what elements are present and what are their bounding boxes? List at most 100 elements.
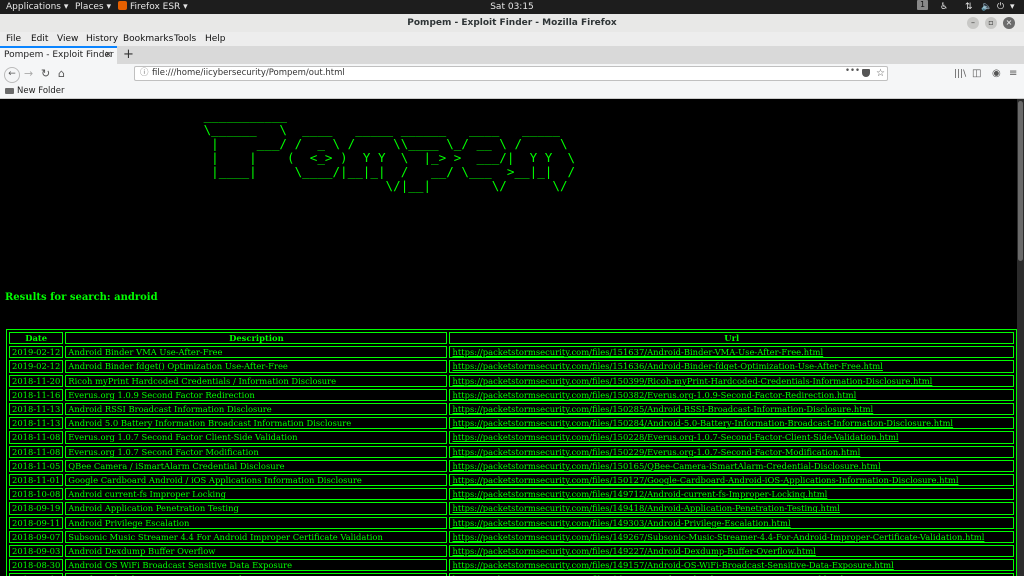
cell-description: QBee Camera / iSmartAlarm Credential Dis… xyxy=(65,459,448,473)
page-actions-icon[interactable]: ••• xyxy=(845,65,860,78)
table-row: 2018-11-05 QBee Camera / iSmartAlarm Cred… xyxy=(9,459,1014,473)
result-link[interactable]: https://packetstormsecurity.com/files/14… xyxy=(452,503,839,513)
table-row: 2019-02-12 Android Binder fdget() Optimiz… xyxy=(9,360,1014,373)
menu-history[interactable]: History xyxy=(86,32,118,46)
reload-button[interactable]: ↻ xyxy=(41,67,50,81)
home-button[interactable]: ⌂ xyxy=(58,67,65,81)
result-link[interactable]: https://packetstormsecurity.com/files/14… xyxy=(452,489,827,499)
network-icon[interactable]: ⇅ xyxy=(965,0,973,14)
table-row: 2018-09-07 Subsonic Music Streamer 4.4 Fo… xyxy=(9,530,1014,544)
page-scrollbar[interactable] xyxy=(1017,99,1024,576)
result-link[interactable]: https://packetstormsecurity.com/files/15… xyxy=(452,432,898,442)
cell-date: 2019-02-12 xyxy=(9,346,64,359)
menu-tools[interactable]: Tools xyxy=(174,32,196,46)
table-row: 2018-10-08 Android current-fs Improper Lo… xyxy=(9,488,1014,501)
pompem-ascii-logo: ___________ \______ \ ____ _____ ______ … xyxy=(203,108,576,193)
menu-bookmarks[interactable]: Bookmarks xyxy=(123,32,173,46)
window-title: Pompem - Exploit Finder - Mozilla Firefo… xyxy=(407,18,617,28)
tab-title: Pompem - Exploit Finder xyxy=(4,50,114,60)
table-row: 2018-11-13 Android RSSI Broadcast Informa… xyxy=(9,403,1014,416)
cell-url: https://packetstormsecurity.com/files/14… xyxy=(449,502,1014,515)
result-link[interactable]: https://packetstormsecurity.com/files/15… xyxy=(452,404,873,414)
results-table: Date Description Url 2019-02-12 Android B… xyxy=(6,329,1017,576)
bookmark-star-icon[interactable]: ☆ xyxy=(876,67,885,80)
result-link[interactable]: https://packetstormsecurity.com/files/15… xyxy=(452,475,958,485)
result-link[interactable]: https://packetstormsecurity.com/files/15… xyxy=(452,347,823,357)
result-link[interactable]: https://packetstormsecurity.com/files/15… xyxy=(452,418,953,428)
table-row: 2018-11-13 Android 5.0 Battery Informatio… xyxy=(9,417,1014,430)
cell-date: 2018-11-16 xyxy=(9,388,64,402)
cell-description: Subsonic Music Streamer 4.4 For Android … xyxy=(65,530,448,544)
new-tab-button[interactable]: + xyxy=(123,46,134,63)
account-icon[interactable]: ◉ xyxy=(992,67,1001,81)
cell-url: https://packetstormsecurity.com/files/15… xyxy=(449,445,1014,458)
result-link[interactable]: https://packetstormsecurity.com/files/14… xyxy=(452,560,893,570)
menu-file[interactable]: File xyxy=(6,32,21,46)
cell-date: 2018-11-13 xyxy=(9,403,64,416)
result-link[interactable]: https://packetstormsecurity.com/files/15… xyxy=(452,390,856,400)
cell-description: Android RSSI Broadcast Information Discl… xyxy=(65,403,448,416)
clock[interactable]: Sat 03:15 xyxy=(0,0,1024,14)
sidebar-icon[interactable]: ◫ xyxy=(972,67,981,81)
library-icon[interactable]: |||\ xyxy=(954,67,966,81)
cell-description: Android Dexdump Buffer Overflow xyxy=(65,545,448,558)
result-link[interactable]: https://packetstormsecurity.com/files/14… xyxy=(452,518,790,528)
cell-description: Android Application Penetration Testing xyxy=(65,502,448,515)
table-row: 2018-09-11 Android Privilege Escalation ht… xyxy=(9,516,1014,529)
url-bar[interactable]: ⓘ file:///home/iicybersecurity/Pompem/ou… xyxy=(134,66,888,81)
cell-date: 2018-11-20 xyxy=(9,374,64,387)
cell-date: 2018-11-08 xyxy=(9,431,64,444)
url-text[interactable]: file:///home/iicybersecurity/Pompem/out.… xyxy=(152,67,345,80)
result-link[interactable]: https://packetstormsecurity.com/files/15… xyxy=(452,447,860,457)
results-body: 2019-02-12 Android Binder VMA Use-After-F… xyxy=(9,346,1014,576)
result-link[interactable]: https://packetstormsecurity.com/files/14… xyxy=(452,546,815,556)
back-button[interactable]: ← xyxy=(4,67,20,83)
accessibility-icon[interactable]: ♿ xyxy=(940,0,948,14)
bookmark-new-folder[interactable]: New Folder xyxy=(17,84,65,98)
menu-view[interactable]: View xyxy=(57,32,78,46)
volume-icon[interactable]: 🔈 xyxy=(981,0,992,14)
cell-url: https://packetstormsecurity.com/files/15… xyxy=(449,417,1014,430)
column-header-url: Url xyxy=(449,332,1014,345)
menu-help[interactable]: Help xyxy=(205,32,226,46)
menu-edit[interactable]: Edit xyxy=(31,32,48,46)
result-link[interactable]: https://packetstormsecurity.com/files/15… xyxy=(452,361,882,371)
result-link[interactable]: https://packetstormsecurity.com/files/15… xyxy=(452,461,880,471)
hamburger-menu-icon[interactable]: ≡ xyxy=(1009,67,1017,81)
menu-bar: File Edit View History Bookmarks Tools H… xyxy=(0,32,1024,46)
cell-url: https://packetstormsecurity.com/files/15… xyxy=(449,360,1014,373)
cell-url: https://packetstormsecurity.com/files/15… xyxy=(449,403,1014,416)
cell-date: 2018-11-01 xyxy=(9,474,64,487)
pocket-icon[interactable] xyxy=(862,69,870,77)
forward-button[interactable]: → xyxy=(24,67,33,81)
column-header-date: Date xyxy=(9,332,64,345)
cell-date: 2018-08-30 xyxy=(9,559,64,572)
cell-description: Android 5.0 Battery Information Broadcas… xyxy=(65,417,448,430)
cell-date: 2018-09-11 xyxy=(9,516,64,529)
maximize-button[interactable]: ▫ xyxy=(985,17,997,29)
cell-date: 2018-11-08 xyxy=(9,445,64,458)
cell-description: Google Cardboard Android / iOS Applicati… xyxy=(65,474,448,487)
cell-date: 2018-11-05 xyxy=(9,459,64,473)
cell-url: https://packetstormsecurity.com/files/15… xyxy=(449,346,1014,359)
cell-description: Everus.org 1.0.7 Second Factor Modificat… xyxy=(65,445,448,458)
workspace-indicator[interactable]: 1 xyxy=(917,0,928,10)
info-icon[interactable]: ⓘ xyxy=(140,67,149,80)
cell-url: https://packetstormsecurity.com/files/14… xyxy=(449,545,1014,558)
close-tab-icon[interactable]: × xyxy=(104,48,112,63)
tab-pompem[interactable]: Pompem - Exploit Finder × xyxy=(0,46,117,64)
column-header-description: Description xyxy=(65,332,448,345)
minimize-button[interactable]: – xyxy=(967,17,979,29)
power-icon[interactable]: ⏻ xyxy=(997,0,1004,14)
cell-url: https://packetstormsecurity.com/files/15… xyxy=(449,431,1014,444)
cell-url: https://packetstormsecurity.com/files/14… xyxy=(449,530,1014,544)
system-menu-arrow-icon[interactable]: ▾ xyxy=(1010,0,1015,14)
cell-date: 2018-09-19 xyxy=(9,502,64,515)
close-window-button[interactable]: × xyxy=(1003,17,1015,29)
gnome-top-bar: Applications ▾ Places ▾ Firefox ESR ▾ Sa… xyxy=(0,0,1024,14)
table-row: 2019-02-12 Android Binder VMA Use-After-F… xyxy=(9,346,1014,359)
result-link[interactable]: https://packetstormsecurity.com/files/15… xyxy=(452,376,932,386)
table-row: 2018-11-16 Everus.org 1.0.9 Second Factor… xyxy=(9,388,1014,402)
scrollbar-thumb[interactable] xyxy=(1018,101,1023,261)
result-link[interactable]: https://packetstormsecurity.com/files/14… xyxy=(452,532,984,542)
